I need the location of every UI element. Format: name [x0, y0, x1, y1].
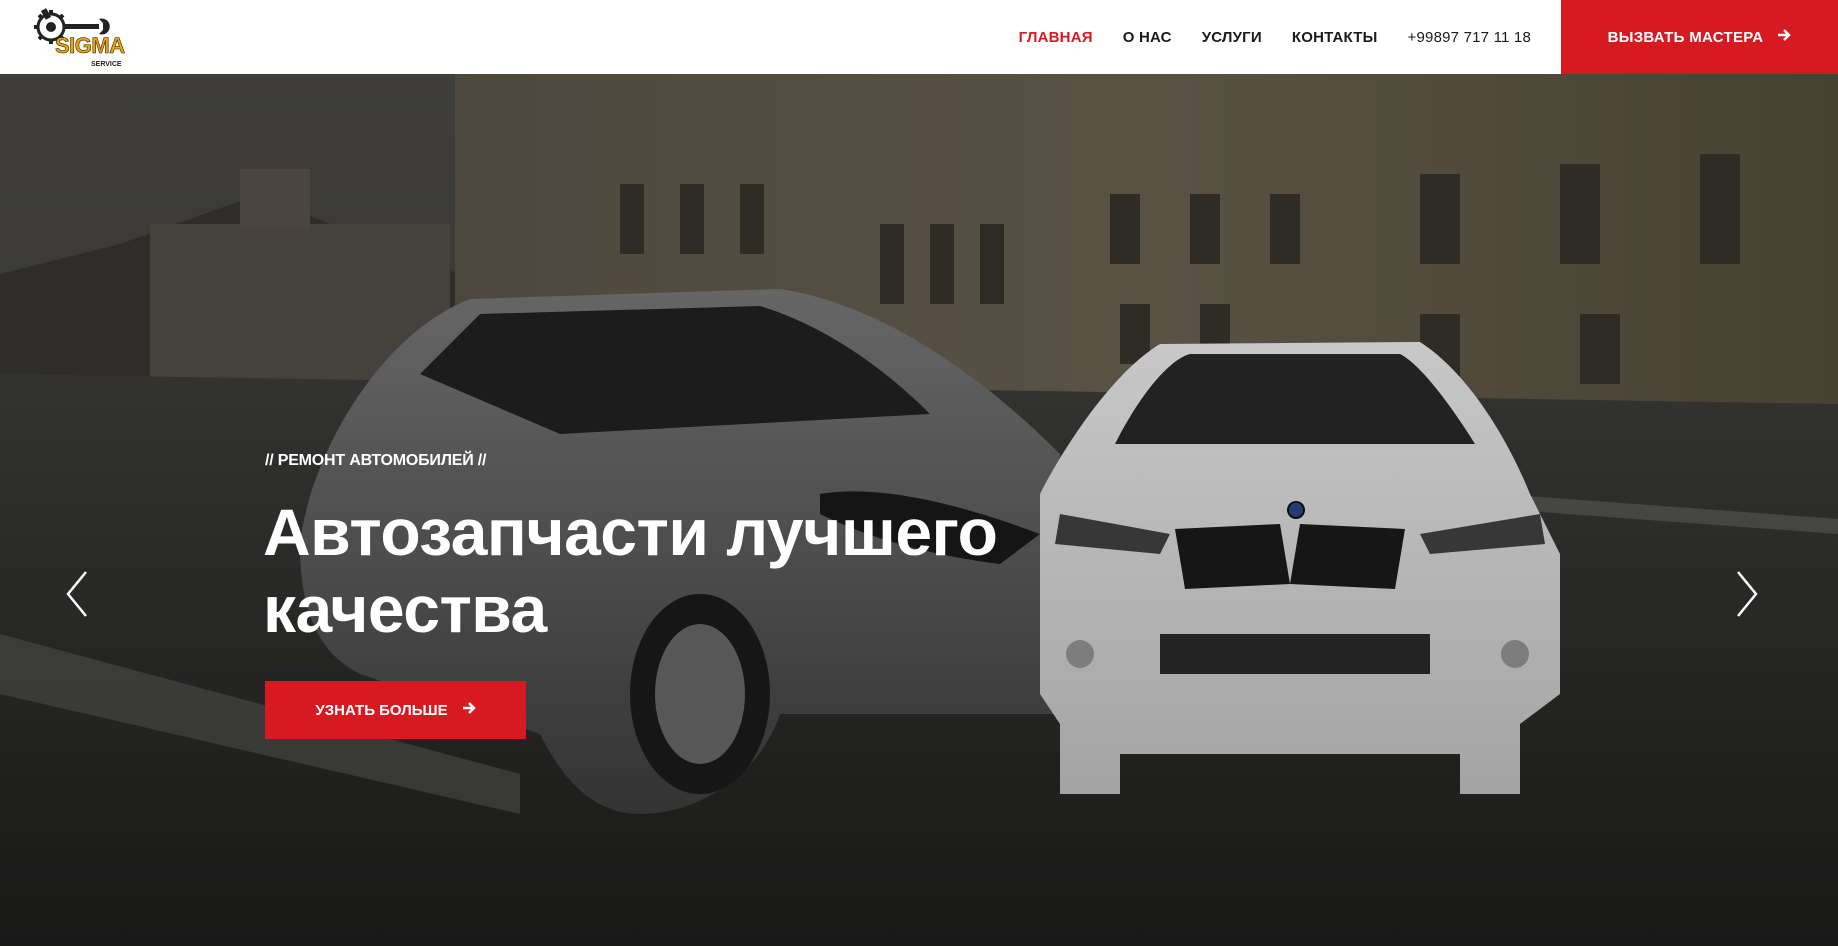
arrow-right-icon: [1777, 28, 1792, 46]
hero-title: Автозапчасти лучшего качества: [263, 494, 1023, 648]
slider-prev-button[interactable]: [58, 564, 98, 624]
site-header: SIGMA SERVICE ГЛАВНАЯ О НАС УСЛУГИ КОНТА…: [0, 0, 1838, 74]
call-master-button[interactable]: ВЫЗВАТЬ МАСТЕРА: [1561, 0, 1838, 74]
hero-slider: // РЕМОНТ АВТОМОБИЛЕЙ // Автозапчасти лу…: [0, 74, 1838, 946]
chevron-left-icon: [66, 571, 87, 617]
slider-next-button[interactable]: [1726, 564, 1766, 624]
hero-subtitle: // РЕМОНТ АВТОМОБИЛЕЙ //: [265, 452, 487, 469]
nav-item-about[interactable]: О НАС: [1123, 29, 1172, 46]
logo-text: SIGMA: [55, 33, 126, 59]
arrow-right-icon: [462, 701, 476, 719]
chevron-right-icon: [1737, 571, 1758, 617]
hero-title-line2: качества: [263, 572, 547, 646]
nav-item-home[interactable]: ГЛАВНАЯ: [1019, 29, 1093, 46]
nav-item-contacts[interactable]: КОНТАКТЫ: [1292, 29, 1378, 46]
nav-item-services[interactable]: УСЛУГИ: [1202, 29, 1262, 46]
logo-subtext: SERVICE: [91, 61, 122, 68]
hero-title-line1: Автозапчасти лучшего: [263, 495, 998, 569]
call-master-label: ВЫЗВАТЬ МАСТЕРА: [1607, 28, 1764, 46]
logo[interactable]: SIGMA SERVICE: [33, 5, 129, 71]
nav-phone-link[interactable]: +99897 717 11 18: [1408, 29, 1531, 46]
main-nav: ГЛАВНАЯ О НАС УСЛУГИ КОНТАКТЫ +99897 717…: [989, 0, 1531, 74]
learn-more-button[interactable]: УЗНАТЬ БОЛЬШЕ: [265, 681, 526, 739]
learn-more-label: УЗНАТЬ БОЛЬШЕ: [315, 701, 448, 719]
